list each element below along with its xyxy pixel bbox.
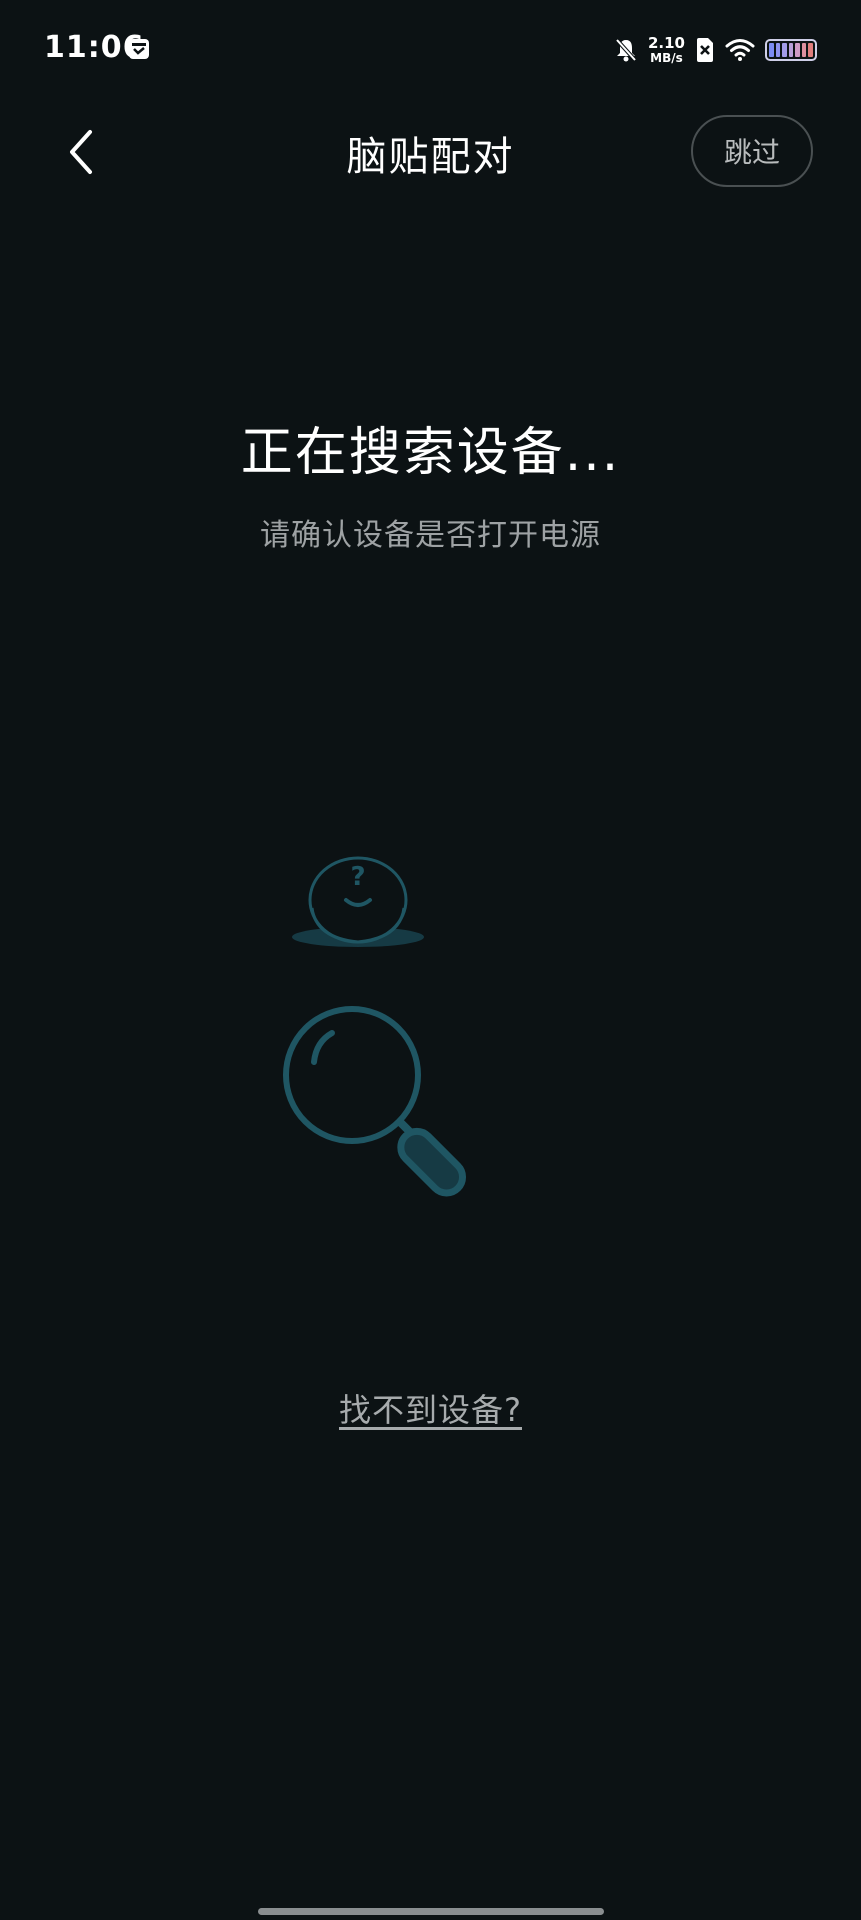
battery-cell bbox=[769, 43, 774, 57]
battery-cell bbox=[808, 43, 814, 57]
device-question-mark: ? bbox=[350, 862, 365, 892]
skip-button[interactable]: 跳过 bbox=[691, 115, 813, 187]
searching-subtitle: 请确认设备是否打开电源 bbox=[260, 518, 601, 553]
battery-cell bbox=[788, 43, 794, 57]
device-search-illustration: ? bbox=[283, 856, 467, 1197]
network-speed-unit: MB/s bbox=[650, 51, 683, 65]
status-icons: 2.10 MB/s bbox=[614, 32, 817, 68]
magnifier-icon bbox=[283, 1006, 467, 1197]
app-notification-icon bbox=[129, 39, 149, 59]
status-bar: 11:06 2.10 MB/s bbox=[0, 0, 861, 100]
network-speed-value: 2.10 bbox=[647, 34, 685, 52]
sim-x-icon bbox=[697, 38, 713, 62]
bell-off-icon bbox=[615, 38, 637, 62]
wifi-icon bbox=[725, 39, 755, 61]
searching-title: 正在搜索设备... bbox=[240, 423, 621, 483]
battery-cell bbox=[775, 43, 781, 57]
battery-cell bbox=[795, 43, 800, 57]
battery-cell bbox=[782, 43, 787, 57]
home-indicator[interactable] bbox=[258, 1908, 604, 1915]
network-speed: 2.10 MB/s bbox=[648, 35, 685, 65]
battery-cell bbox=[801, 43, 807, 57]
cant-find-device-link[interactable]: 找不到设备? bbox=[0, 1385, 861, 1431]
battery-icon bbox=[765, 39, 817, 61]
